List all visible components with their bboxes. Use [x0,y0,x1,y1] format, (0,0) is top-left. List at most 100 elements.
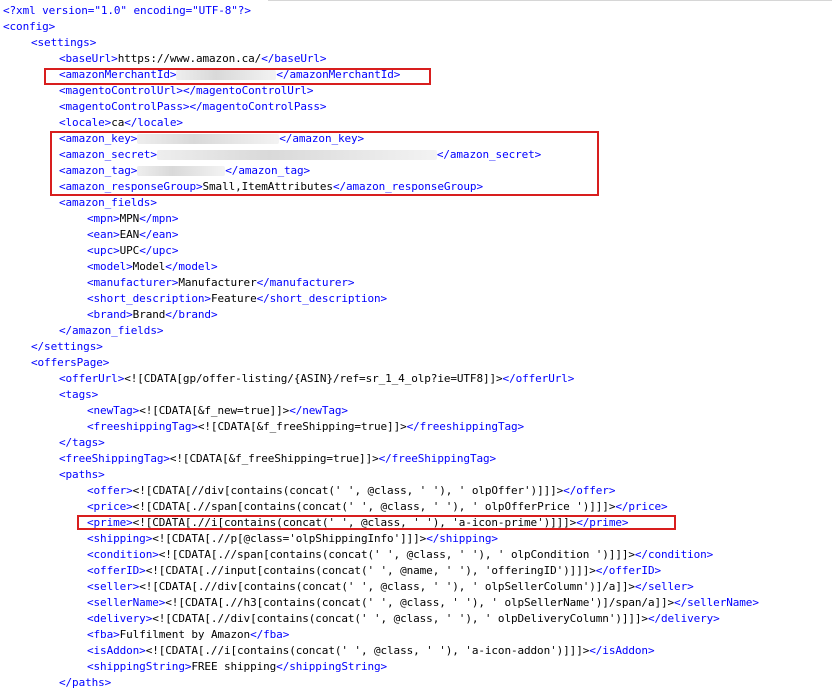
xml-tag: </fba> [250,628,290,641]
xml-tag: </freeShippingTag> [378,452,497,465]
xml-tag: </baseUrl> [261,52,327,65]
code-line: <shippingString>FREE shipping</shippingS… [87,659,387,675]
xml-tag: <locale> [59,116,112,129]
code-line: <shipping><![CDATA[.//p[@class='olpShipp… [87,531,498,547]
xml-value: Manufacturer [178,276,257,289]
xml-tag: <freeShippingTag> [59,452,170,465]
xml-tag: <short_description> [87,292,211,305]
xml-tag: </manufacturer> [256,276,355,289]
xml-tag: <tags> [59,388,99,401]
highlight-prime-path [77,515,676,530]
xml-tag: </mpn> [139,212,179,225]
code-line: <locale>ca</locale> [59,115,183,131]
code-line: <delivery><![CDATA[.//div[contains(conca… [87,611,720,627]
xml-value: <![CDATA[.//i[contains(concat(' ', @clas… [145,644,590,657]
code-line: </tags> [59,435,105,451]
code-line: </settings> [31,339,103,355]
xml-tag: <offerUrl> [59,372,125,385]
xml-tag: </locale> [124,116,183,129]
xml-value: <![CDATA[.//p[@class='olpShippingInfo']]… [152,532,427,545]
xml-value: EAN [119,228,140,241]
xml-editor[interactable]: <?xml version="1.0" encoding="UTF-8"?> <c… [0,0,832,691]
xml-value: <![CDATA[.//span[contains(concat(' ', @c… [132,500,616,513]
xml-tag: </shippingString> [276,660,388,673]
xml-tag: </seller> [634,580,694,593]
code-line: <offerUrl><![CDATA[gp/offer-listing/{ASI… [59,371,574,387]
xml-tag: <shippingString> [87,660,192,673]
xml-value: <![CDATA[gp/offer-listing/{ASIN}/ref=sr_… [124,372,503,385]
highlight-merchant-id [44,68,431,85]
code-line: <fba>Fulfilment by Amazon</fba> [87,627,289,643]
xml-tag: <model> [87,260,133,273]
code-line: <ean>EAN</ean> [87,227,178,243]
code-line: <freeShippingTag><![CDATA[&f_freeShippin… [59,451,496,467]
xml-tag: </condition> [634,548,714,561]
code-line: </paths> [59,675,111,691]
xml-tag: </magentoControlUrl> [182,84,314,97]
xml-value: <![CDATA[&f_new=true]]> [139,404,290,417]
xml-tag: <upc> [87,244,120,257]
xml-tag: <newTag> [87,404,140,417]
code-line: <seller><![CDATA[.//div[contains(concat(… [87,579,694,595]
code-line: <paths> [59,467,105,483]
xml-tag: </model> [165,260,218,273]
xml-tag: </sellerName> [674,596,759,609]
code-line: <manufacturer>Manufacturer</manufacturer… [87,275,355,291]
xml-tag: </paths> [59,676,112,689]
xml-value: Feature [210,292,257,305]
xml-tag: <amazon_fields> [59,196,157,209]
xml-tag: <paths> [59,468,105,481]
xml-tag: <shipping> [87,532,153,545]
code-line: </amazon_fields> [59,323,163,339]
code-line: <offer><![CDATA[//div[contains(concat(' … [87,483,615,499]
xml-tag: <manufacturer> [87,276,179,289]
xml-value: <![CDATA[.//div[contains(concat(' ', @cl… [139,580,635,593]
xml-tag: <config> [3,20,56,33]
code-line: <offerID><![CDATA[.//input[contains(conc… [87,563,661,579]
xml-tag: <ean> [87,228,120,241]
xml-value: <![CDATA[&f_freeShipping=true]]> [169,452,379,465]
xml-tag: </price> [615,500,668,513]
highlight-amazon-credentials [50,131,599,196]
xml-tag: <brand> [87,308,133,321]
xml-tag: <fba> [87,628,120,641]
code-line: <sellerName><![CDATA[.//h3[contains(conc… [87,595,759,611]
xml-tag: </tags> [59,436,105,449]
xml-value: UPC [119,244,140,257]
editor-top-border [268,0,832,1]
code-line: <short_description>Feature</short_descri… [87,291,387,307]
xml-tag: </magentoControlPass> [189,100,327,113]
code-line: <isAddon><![CDATA[.//i[contains(concat('… [87,643,655,659]
xml-tag: <magentoControlUrl> [59,84,183,97]
xml-tag: </short_description> [256,292,388,305]
xml-tag: <offer> [87,484,133,497]
xml-value: MPN [119,212,140,225]
xml-tag: <settings> [31,36,97,49]
code-line: <freeshippingTag><![CDATA[&f_freeShippin… [87,419,524,435]
xml-tag: </offerUrl> [502,372,575,385]
xml-value: ca [111,116,125,129]
xml-tag: <freeshippingTag> [87,420,198,433]
xml-tag: <offersPage> [31,356,110,369]
xml-value: https://www.amazon.ca/ [117,52,262,65]
xml-tag: </offerID> [595,564,661,577]
xml-value: <![CDATA[.//h3[contains(concat(' ', @cla… [165,596,675,609]
code-line: <amazon_fields> [59,195,157,211]
xml-tag: <baseUrl> [59,52,118,65]
xml-tag: <magentoControlPass> [59,100,190,113]
xml-value: <![CDATA[//div[contains(concat(' ', @cla… [132,484,564,497]
code-line: <price><![CDATA[.//span[contains(concat(… [87,499,668,515]
code-line: <condition><![CDATA[.//span[contains(con… [87,547,713,563]
xml-tag: <seller> [87,580,140,593]
xml-tag: <price> [87,500,133,513]
xml-tag: <condition> [87,548,159,561]
xml-value: Model [132,260,166,273]
xml-tag: </amazon_fields> [59,324,164,337]
xml-value: Brand [132,308,166,321]
xml-tag: </settings> [31,340,103,353]
xml-tag: </freeshippingTag> [406,420,525,433]
code-line: <magentoControlUrl></magentoControlUrl> [59,83,313,99]
xml-tag: </offer> [563,484,616,497]
code-line: <offersPage> [31,355,109,371]
xml-value: <![CDATA[&f_freeShipping=true]]> [197,420,407,433]
